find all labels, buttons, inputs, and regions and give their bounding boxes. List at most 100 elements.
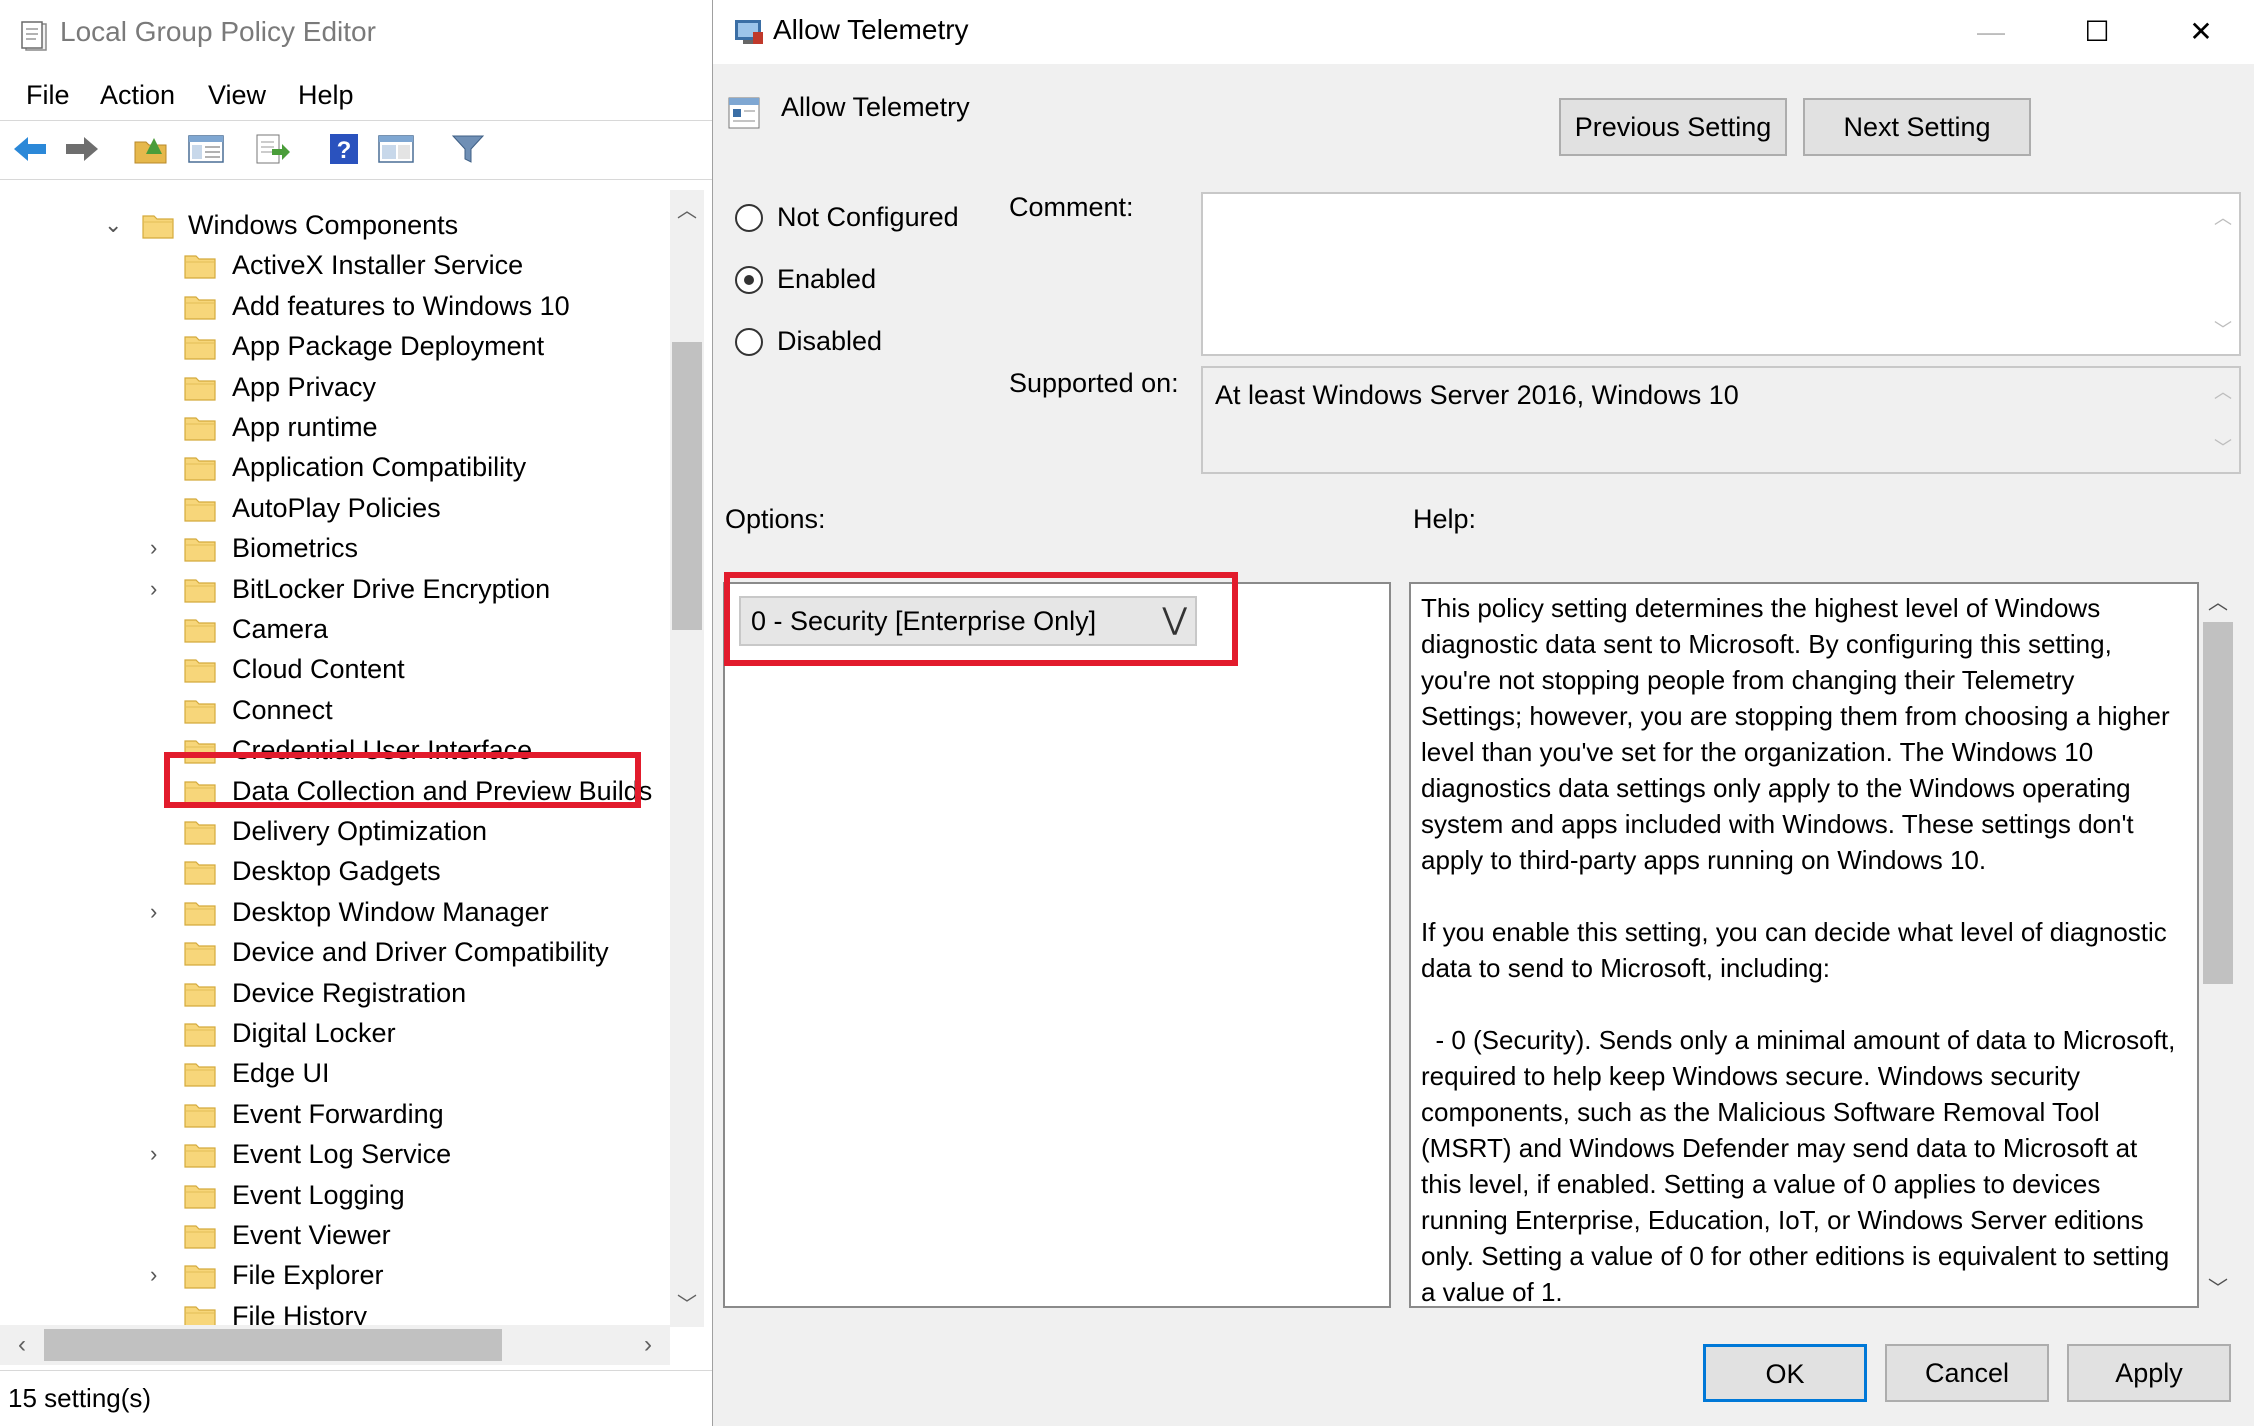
scroll-right-arrow-icon[interactable]: › <box>630 1325 666 1365</box>
radio-circle[interactable] <box>735 204 763 232</box>
minimize-icon[interactable]: — <box>1961 10 2021 54</box>
dialog-titlebar[interactable]: Allow Telemetry — ☐ ✕ <box>713 0 2254 64</box>
previous-setting-button[interactable]: Previous Setting <box>1559 98 1787 156</box>
folder-icon <box>184 900 216 926</box>
help-paragraph: This policy setting determines the highe… <box>1421 593 2177 875</box>
expand-chevron-icon[interactable]: › <box>150 899 174 927</box>
tree-item-label: Delivery Optimization <box>232 816 488 846</box>
scrollbar-thumb[interactable] <box>44 1329 502 1361</box>
tree-item[interactable]: Event Logging <box>0 1176 668 1216</box>
expand-chevron-icon[interactable]: › <box>150 576 174 604</box>
folder-icon <box>184 253 216 279</box>
folder-icon <box>184 1061 216 1087</box>
radio-circle[interactable] <box>735 266 763 294</box>
scroll-down-arrow-icon[interactable]: ﹀ <box>670 1288 704 1322</box>
comment-scrollbar[interactable]: ︿ ﹀ <box>2207 194 2239 354</box>
folder-icon <box>184 1223 216 1249</box>
tree-item[interactable]: Device and Driver Compatibility <box>0 933 668 973</box>
tree-item[interactable]: › Desktop Window Manager <box>0 893 668 933</box>
tree-item[interactable]: › BitLocker Drive Encryption <box>0 570 668 610</box>
scroll-down-arrow-icon[interactable]: ﹀ <box>2207 314 2239 346</box>
tree-item[interactable]: Event Forwarding <box>0 1095 668 1135</box>
tree-item[interactable]: Cloud Content <box>0 650 668 690</box>
menu-file[interactable]: File <box>26 80 70 111</box>
expand-chevron-icon[interactable]: › <box>150 1262 174 1290</box>
help-paragraph: If you enable this setting, you can deci… <box>1421 917 2175 983</box>
radio-selected-dot <box>744 275 754 285</box>
tree-item-label: Event Forwarding <box>232 1099 444 1129</box>
show-hide-tree-icon[interactable] <box>184 129 228 169</box>
cancel-button[interactable]: Cancel <box>1885 1344 2049 1402</box>
scroll-down-arrow-icon[interactable]: ﹀ <box>2201 1272 2235 1306</box>
tree-item[interactable]: Application Compatibility <box>0 448 668 488</box>
help-icon[interactable]: ? <box>322 129 366 169</box>
scroll-up-arrow-icon[interactable]: ︿ <box>2207 202 2239 234</box>
folder-icon <box>184 334 216 360</box>
expand-chevron-icon[interactable]: › <box>150 535 174 563</box>
tree-item[interactable]: › Event Log Service <box>0 1135 668 1175</box>
dialog-title: Allow Telemetry <box>773 14 969 45</box>
back-arrow-icon[interactable] <box>8 129 52 169</box>
comment-textarea[interactable]: ︿ ﹀ <box>1201 192 2241 356</box>
folder-icon <box>184 1183 216 1209</box>
tree-item-label: Event Log Service <box>232 1139 452 1169</box>
tree-item[interactable]: App Package Deployment <box>0 327 668 367</box>
gpe-menubar: File Action View Help <box>0 74 712 118</box>
menu-action[interactable]: Action <box>100 80 175 111</box>
tree-item[interactable]: › File Explorer <box>0 1256 668 1296</box>
scroll-down-arrow-icon[interactable]: ﹀ <box>2207 432 2239 464</box>
supported-on-field[interactable]: At least Windows Server 2016, Windows 10… <box>1201 366 2241 474</box>
tree-item[interactable]: › Biometrics <box>0 529 668 569</box>
tree-item[interactable]: Desktop Gadgets <box>0 852 668 892</box>
tree-item[interactable]: Connect <box>0 691 668 731</box>
scrollbar-thumb[interactable] <box>672 342 702 630</box>
tree-item[interactable]: App Privacy <box>0 368 668 408</box>
tree-item-label: Add features to Windows 10 <box>232 291 570 321</box>
scrollbar-thumb[interactable] <box>2203 622 2233 984</box>
tree-horizontal-scrollbar[interactable]: ‹ › <box>0 1325 670 1365</box>
folder-open-icon <box>142 213 174 239</box>
forward-arrow-icon[interactable] <box>60 129 104 169</box>
tree-item[interactable]: Digital Locker <box>0 1014 668 1054</box>
scroll-up-arrow-icon[interactable]: ︿ <box>2207 376 2239 408</box>
scroll-up-arrow-icon[interactable]: ︿ <box>670 194 704 228</box>
menu-view[interactable]: View <box>208 80 266 111</box>
filter-icon[interactable] <box>446 129 490 169</box>
up-folder-icon[interactable] <box>130 129 174 169</box>
apply-button[interactable]: Apply <box>2067 1344 2231 1402</box>
tree-item[interactable]: Delivery Optimization <box>0 812 668 852</box>
properties-icon[interactable] <box>374 129 418 169</box>
tree-item-label: Device Registration <box>232 978 467 1008</box>
supported-scrollbar[interactable]: ︿ ﹀ <box>2207 368 2239 472</box>
help-vertical-scrollbar[interactable]: ︿ ﹀ <box>2201 584 2235 1308</box>
tree-item-label: Event Logging <box>232 1180 405 1210</box>
scroll-up-arrow-icon[interactable]: ︿ <box>2201 586 2235 620</box>
gpe-titlebar[interactable]: Local Group Policy Editor <box>0 0 712 70</box>
tree-item[interactable]: Camera <box>0 610 668 650</box>
help-text-panel[interactable]: This policy setting determines the highe… <box>1409 582 2199 1308</box>
folder-icon <box>184 294 216 320</box>
tree-item-label: ActiveX Installer Service <box>232 250 524 280</box>
tree-item[interactable]: Device Registration <box>0 974 668 1014</box>
next-setting-button[interactable]: Next Setting <box>1803 98 2031 156</box>
ok-button[interactable]: OK <box>1703 1344 1867 1402</box>
maximize-icon[interactable]: ☐ <box>2067 10 2127 54</box>
expand-chevron-icon[interactable]: › <box>150 1141 174 1169</box>
tree-item[interactable]: Edge UI <box>0 1054 668 1094</box>
export-list-icon[interactable] <box>250 129 294 169</box>
tree-item[interactable]: ActiveX Installer Service <box>0 246 668 286</box>
tree-item[interactable]: App runtime <box>0 408 668 448</box>
tree-item[interactable]: Event Viewer <box>0 1216 668 1256</box>
tree-item-label: App runtime <box>232 412 378 442</box>
tree-vertical-scrollbar[interactable]: ︿ ﹀ <box>670 190 704 1327</box>
close-icon[interactable]: ✕ <box>2171 10 2231 54</box>
scroll-left-arrow-icon[interactable]: ‹ <box>4 1325 40 1365</box>
expanded-chevron-icon[interactable]: ⌄ <box>104 212 128 240</box>
tree-item[interactable]: Add features to Windows 10 <box>0 287 668 327</box>
radio-circle[interactable] <box>735 328 763 356</box>
red-highlight-box <box>164 752 641 808</box>
tree-item[interactable]: AutoPlay Policies <box>0 489 668 529</box>
tree-item-windows-components[interactable]: ⌄ Windows Components <box>0 206 668 246</box>
menu-help[interactable]: Help <box>298 80 354 111</box>
tree-item[interactable]: File History <box>0 1297 668 1325</box>
